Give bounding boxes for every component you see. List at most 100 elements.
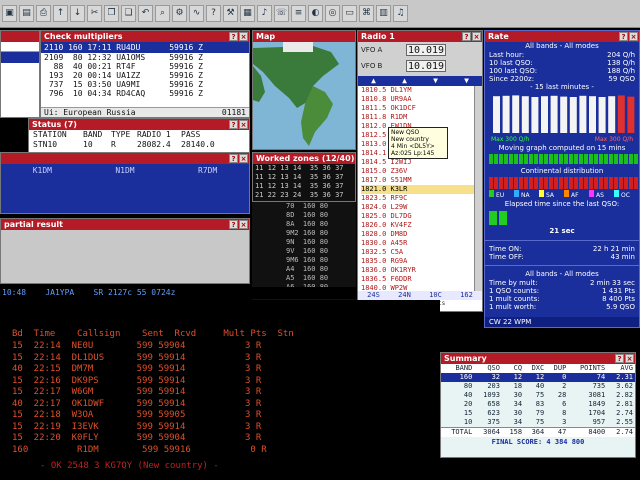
cm-row-2[interactable]: 88 40 00:21 RT4F 59916 Z xyxy=(44,62,249,71)
bandmap-spot[interactable]: 1836.0 OK1RYR xyxy=(361,266,474,275)
log-row[interactable]: 15 22:19 I3EVK 599 59914 3 R xyxy=(12,421,261,433)
settings-icon[interactable]: ⚙ xyxy=(172,5,187,22)
help-button[interactable]: ? xyxy=(615,354,624,363)
status-row[interactable]: STN10 10 R 28082.4 28140.0 xyxy=(29,140,249,150)
check-multipliers-selected-row[interactable]: 2110 160 17:11 RU4DU 59916 Z xyxy=(41,42,249,53)
side-list-selected[interactable] xyxy=(1,52,39,63)
log-row[interactable]: 15 22:18 W3OA 599 59905 3 R xyxy=(12,409,261,421)
help-button[interactable]: ? xyxy=(229,120,238,129)
scroll-up-icon[interactable]: ▲ xyxy=(371,76,376,86)
scroll-down-icon[interactable]: ▼ xyxy=(433,76,438,86)
bandmap-spot[interactable]: 1823.5 RF9C xyxy=(361,194,474,203)
paste-icon[interactable]: ❏ xyxy=(121,5,136,22)
call-2[interactable]: R7DM xyxy=(198,166,217,175)
cut-icon[interactable]: ✂ xyxy=(87,5,102,22)
log-row[interactable]: 15 22:14 NE0U 599 59904 3 R xyxy=(12,340,261,352)
close-button[interactable]: × xyxy=(239,32,248,41)
close-button[interactable]: × xyxy=(629,32,638,41)
bandmap-spot[interactable]: 1814.5 I2WIJ xyxy=(361,158,474,167)
log-row[interactable]: 15 22:20 K0FLY 599 59904 3 R xyxy=(12,432,261,444)
bandmap-spot[interactable]: 1817.0 S51MM xyxy=(361,176,474,185)
bandmap-spot[interactable]: 1810.8 UR9AA xyxy=(361,95,474,104)
help-button[interactable]: ? xyxy=(229,154,238,163)
bandmap-spot[interactable]: 1836.5 F6DDR xyxy=(361,275,474,284)
scroll-down-fast-icon[interactable]: ▼ xyxy=(464,76,469,86)
zone-row[interactable]: 9M6 160 80 xyxy=(286,256,356,265)
zone-row[interactable]: 8A 160 80 xyxy=(286,220,356,229)
log-row[interactable]: 40 22:17 OK1DWF 599 59914 3 R xyxy=(12,398,261,410)
summary-total-row[interactable]: TOTAL 3064 158 364 47 8400 2.74 xyxy=(441,427,635,437)
zone-row[interactable]: A5 160 80 xyxy=(286,274,356,283)
bandmap-spot[interactable]: 1825.0 DL7DG xyxy=(361,212,474,221)
close-button[interactable]: × xyxy=(239,120,248,129)
log-row[interactable]: 160 R1DM 599 59916 0 R xyxy=(12,444,267,456)
zone-row[interactable]: 70 160 80 xyxy=(286,202,356,211)
bandmap-spot[interactable]: 1830.0 A45R xyxy=(361,239,474,248)
help-button[interactable]: ? xyxy=(462,32,471,41)
mode-icon[interactable]: ◐ xyxy=(308,5,323,22)
bandmap-spot[interactable]: 1811.8 R1DM xyxy=(361,113,474,122)
partial-result-titlebar[interactable]: partial result ? × xyxy=(1,219,249,230)
arrow-up-icon[interactable]: ↑ xyxy=(53,5,68,22)
map-icon[interactable]: ◎ xyxy=(325,5,340,22)
cm-row-1[interactable]: 2109 80 12:32 UA1OMS 59916 Z xyxy=(44,53,249,62)
copy-icon[interactable]: ❐ xyxy=(104,5,119,22)
bandmap-list[interactable]: 1810.5 DL1YM 1810.8 UR9AA 1811.5 OK1DCF 181… xyxy=(358,86,474,292)
help-icon[interactable]: ? xyxy=(206,5,221,22)
chart-icon[interactable]: ▥ xyxy=(376,5,391,22)
bandmap-spot[interactable]: 1826.0 KV4FZ xyxy=(361,221,474,230)
vfo-b-display[interactable]: 10.019 xyxy=(406,60,446,72)
bandmap-spot[interactable]: 1832.5 C5A xyxy=(361,248,474,257)
close-button[interactable]: × xyxy=(472,32,481,41)
bandmap-spot[interactable]: 1824.0 L29W xyxy=(361,203,474,212)
check-multipliers-list[interactable]: 2109 80 12:32 UA1OMS 59916 Z 88 40 00:21… xyxy=(41,53,249,98)
summary-titlebar[interactable]: Summary ? × xyxy=(441,353,635,364)
check-multipliers-titlebar[interactable]: Check multipliers ? × xyxy=(41,31,249,42)
cm-row-3[interactable]: 193 20 00:14 UA1ZZ 59916 Z xyxy=(44,71,249,80)
zone-row[interactable]: 9M2 160 80 xyxy=(286,229,356,238)
print-icon[interactable]: ⎙ xyxy=(36,5,51,22)
log-row[interactable]: 15 22:14 DL1DUS 599 59914 3 R xyxy=(12,352,261,364)
mic-icon[interactable]: ♪ xyxy=(257,5,272,22)
rate-titlebar[interactable]: Rate ? × xyxy=(485,31,639,42)
tools-icon[interactable]: ⚒ xyxy=(223,5,238,22)
close-button[interactable]: × xyxy=(239,220,248,229)
help-button[interactable]: ? xyxy=(229,32,238,41)
log-row[interactable]: 15 22:17 W6GM 599 59914 3 R xyxy=(12,386,261,398)
call-0[interactable]: K1DM xyxy=(33,166,52,175)
summary-row[interactable]: 160 32 12 12 0 74 2.31 xyxy=(441,373,635,382)
bandmap-scrollbar[interactable] xyxy=(474,86,482,291)
radio1-titlebar[interactable]: Radio 1 ? × xyxy=(358,31,482,42)
callsign-titlebar[interactable]: ? × xyxy=(1,153,249,164)
status-titlebar[interactable]: Status (7) ? × xyxy=(29,119,249,130)
open-icon[interactable]: ▤ xyxy=(19,5,34,22)
close-button[interactable]: × xyxy=(239,154,248,163)
bandmap-spot[interactable]: 1815.0 Z36V xyxy=(361,167,474,176)
vfo-a-display[interactable]: 10.019 xyxy=(406,44,446,56)
summary-row[interactable]: 80 203 18 40 2 735 3.62 xyxy=(441,382,635,391)
zone-row[interactable]: 9N 160 80 xyxy=(286,238,356,247)
zone-row[interactable]: A4 160 80 xyxy=(286,265,356,274)
zone-row[interactable]: 8D 160 80 xyxy=(286,211,356,220)
call-icon[interactable]: ☏ xyxy=(274,5,289,22)
cm-row-4[interactable]: 737 15 03:50 UA9MI 59916 Z xyxy=(44,80,249,89)
summary-header-row[interactable]: BAND QSO CQ DXC DUP POINTS AVG xyxy=(441,364,635,373)
qso-log[interactable]: Bd Time Callsign Sent Rcvd Mult Pts Stn … xyxy=(0,300,440,480)
summary-row[interactable]: 40 1093 30 75 28 3081 2.82 xyxy=(441,391,635,400)
map-titlebar[interactable]: Map xyxy=(253,31,355,42)
call-1[interactable]: N1DM xyxy=(115,166,134,175)
summary-row[interactable]: 15 623 30 79 8 1704 2.74 xyxy=(441,409,635,418)
radio-icon[interactable]: ▭ xyxy=(342,5,357,22)
scroll-up-fast-icon[interactable]: ▲ xyxy=(402,76,407,86)
help-button[interactable]: ? xyxy=(619,32,628,41)
search-icon[interactable]: ⌕ xyxy=(155,5,170,22)
sound-icon[interactable]: ♫ xyxy=(393,5,408,22)
bandmap-spot[interactable]: 1828.0 DM8D xyxy=(361,230,474,239)
band-icon[interactable]: ≡ xyxy=(291,5,306,22)
wave-icon[interactable]: ∿ xyxy=(189,5,204,22)
close-button[interactable]: × xyxy=(625,354,634,363)
log-row[interactable]: 15 22:16 DK9PS 599 59914 3 R xyxy=(12,375,261,387)
grid-icon[interactable]: ▦ xyxy=(240,5,255,22)
undo-icon[interactable]: ↶ xyxy=(138,5,153,22)
bandmap-spot[interactable]: 1811.5 OK1DCF xyxy=(361,104,474,113)
